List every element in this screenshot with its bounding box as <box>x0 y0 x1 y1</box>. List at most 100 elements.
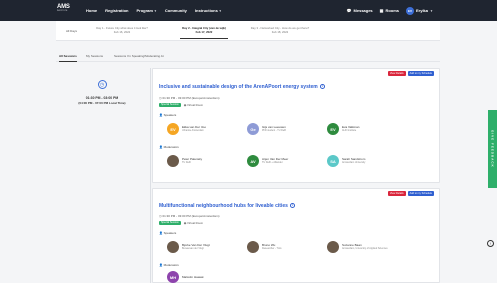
messages-label: Messages <box>353 8 373 13</box>
speaker-role: Researcher - TU/e <box>262 247 282 250</box>
session-tags: Special Session ◉ Virtual Room <box>159 103 203 107</box>
moderators-label: 👤 Moderators <box>159 263 179 267</box>
tab-day-2-date: Feb 17, 2022 <box>195 30 213 34</box>
venue-text: Virtual Room <box>187 221 204 225</box>
moderator-role: TU Delft <box>182 161 191 164</box>
info-icon[interactable]: i <box>319 84 325 90</box>
nav-instructions-label: Instructions <box>194 8 218 13</box>
add-to-schedule-button[interactable]: Add to my Schedule <box>407 71 434 76</box>
session-type-badge: Special Session <box>159 103 181 107</box>
feedback-tab[interactable]: GIVE FEEDBACK <box>488 110 497 188</box>
timeslot-time: 01:30 PM - 03:00 PM <box>85 96 119 100</box>
rooms-label: Rooms <box>385 8 399 13</box>
info-icon[interactable]: i <box>289 203 295 209</box>
view-details-button[interactable]: View Details <box>387 191 406 196</box>
venue[interactable]: ◉ Virtual Room <box>184 103 203 107</box>
tab-all-days[interactable]: All Days <box>66 29 77 33</box>
avatar <box>247 241 259 253</box>
nav-registration[interactable]: Registration <box>105 8 128 13</box>
moderators-label-text: Moderators <box>163 145 179 149</box>
session-title[interactable]: Inclusive and sustainable design of the … <box>159 84 325 90</box>
speaker[interactable]: EV Ekka van Der Voo Urbanite Amsterdam <box>167 123 247 135</box>
avatar: EV <box>406 6 414 15</box>
speakers-label: 👤 Speakers <box>159 231 176 235</box>
moderator-role: TU Delft + Alliander <box>262 161 283 164</box>
speaker[interactable]: Bruno Wu Researcher - TU/e <box>247 241 327 253</box>
speaker-role: Urbanite Amsterdam <box>182 129 204 132</box>
session-time-text: 01:30 PM - 03:00 PM (Europe/Amsterdam) <box>162 214 220 218</box>
speakers-label: 👤 Speakers <box>159 113 176 117</box>
logo-subtext: INSTITUTE <box>57 10 68 12</box>
speakers-label-text: Speakers <box>163 113 177 117</box>
speaker[interactable]: Bjorke Van Der Vlugt Bureauvan der Vlugt <box>167 241 247 253</box>
avatar: EV <box>167 123 179 135</box>
nav-program[interactable]: Program▼ <box>136 8 156 13</box>
timeslot: ◷ 01:30 PM - 03:00 PM (04:00 PM - 07:00 … <box>60 80 144 105</box>
nav-community[interactable]: Community <box>165 8 187 13</box>
messages-link[interactable]: 💬 Messages <box>347 8 373 13</box>
top-navbar: AMS INSTITUTE Home Registration Program▼… <box>0 0 497 21</box>
chevron-down-icon: ▼ <box>153 9 157 13</box>
chat-icon: 💬 <box>346 8 352 13</box>
session-filter-tabs: All Sessions My Sessions Sessions I'm Sp… <box>56 52 440 62</box>
avatar <box>167 155 179 167</box>
speaker[interactable]: EV Eva Valkman ALIN institute <box>327 123 407 135</box>
avatar: Ge <box>247 123 259 135</box>
tab-day-1-date: Feb 16, 2022 <box>113 30 131 34</box>
rooms-link[interactable]: ▦ Rooms <box>380 8 399 13</box>
user-menu[interactable]: EV Erylka ▼ <box>406 6 433 15</box>
clock-icon: ◷ <box>97 80 107 89</box>
avatar: SA <box>327 155 339 167</box>
session-card: View Details Add to my Schedule Inclusiv… <box>152 68 440 183</box>
speaker-role: Bureauvan der Vlugt <box>182 247 204 250</box>
tab-day-3[interactable]: Day 3 - Networked City - How do we get t… <box>250 26 310 34</box>
add-to-schedule-button[interactable]: Add to my Schedule <box>407 191 434 196</box>
tab-my-sessions[interactable]: My Sessions <box>86 54 103 58</box>
speakers-list: Bjorke Van Der Vlugt Bureauvan der Vlugt … <box>167 241 407 253</box>
session-time: ◷ 01:30 PM - 03:00 PM (Europe/Amsterdam) <box>159 96 219 100</box>
timeslot-local-time: (04:00 PM - 07:00 PM Local Time) <box>78 101 126 105</box>
tab-all-sessions[interactable]: All Sessions <box>59 54 77 62</box>
speaker[interactable]: Ge Gijs van Leeuwen PhD student - TU Delf… <box>247 123 327 135</box>
avatar: EV <box>327 123 339 135</box>
feedback-label: GIVE FEEDBACK <box>490 130 495 168</box>
session-title-text: Inclusive and sustainable design of the … <box>159 84 318 90</box>
nav-home[interactable]: Home <box>86 8 97 13</box>
day-tabs: All Days Day 1 - Future City what does i… <box>56 21 440 41</box>
session-time-text: 01:30 PM - 03:00 PM (Europe/Amsterdam) <box>162 96 220 100</box>
tab-day-2[interactable]: Day 2 - Integral City (van de wijk) Feb … <box>174 26 234 39</box>
nav-right: 💬 Messages ▦ Rooms EV Erylka ▼ <box>347 0 433 21</box>
speaker[interactable]: Suzanne Baan Amsterdam, University of App… <box>327 241 407 253</box>
speakers-label-text: Speakers <box>163 231 177 235</box>
view-details-button[interactable]: View Details <box>387 71 406 76</box>
avatar: AV <box>247 155 259 167</box>
moderators-list: MH Malcolm Haasat <box>167 271 247 283</box>
avatar: MH <box>167 271 179 283</box>
moderator-role: Amsterdam University <box>342 161 366 164</box>
speaker-role: Amsterdam, University of Applied Science… <box>342 247 388 250</box>
tab-day-3-date: Feb 18, 2022 <box>271 30 289 34</box>
speaker-role: PhD student - TU Delft <box>262 129 287 132</box>
moderator[interactable]: Peter Palensky TU Delft <box>167 155 247 167</box>
tab-day-1[interactable]: Day 1 - Future City what does it look li… <box>92 26 152 34</box>
arrow-up-circle-icon[interactable]: ↑ <box>487 240 494 247</box>
session-title-text: Multifunctional neighbourhood hubs for l… <box>159 203 288 209</box>
chevron-down-icon: ▼ <box>430 8 433 13</box>
session-tags: Special Session ◉ Virtual Room <box>159 221 203 225</box>
user-name: Erylka <box>416 8 429 13</box>
moderators-label-text: Moderators <box>163 263 179 267</box>
venue[interactable]: ◉ Virtual Room <box>184 221 203 225</box>
moderator[interactable]: AV Arjen Van Der Meer TU Delft + Alliande… <box>247 155 327 167</box>
venue-text: Virtual Room <box>187 103 204 107</box>
card-actions: View Details Add to my Schedule <box>387 71 434 76</box>
chevron-down-icon: ▼ <box>218 9 222 13</box>
moderator[interactable]: SA Sarah Sandstrom Amsterdam University <box>327 155 407 167</box>
tab-speaking-moderating[interactable]: Sessions I'm Speaking/Moderating At <box>114 54 164 58</box>
main-nav: Home Registration Program▼ Community Ins… <box>86 0 230 21</box>
site-logo[interactable]: AMS INSTITUTE <box>57 4 74 16</box>
moderator[interactable]: MH Malcolm Haasat <box>167 271 247 283</box>
nav-instructions[interactable]: Instructions▼ <box>195 8 222 13</box>
speaker-role: ALIN institute <box>342 129 357 132</box>
session-time: ◷ 01:30 PM - 03:00 PM (Europe/Amsterdam) <box>159 214 219 218</box>
session-title[interactable]: Multifunctional neighbourhood hubs for l… <box>159 203 295 209</box>
